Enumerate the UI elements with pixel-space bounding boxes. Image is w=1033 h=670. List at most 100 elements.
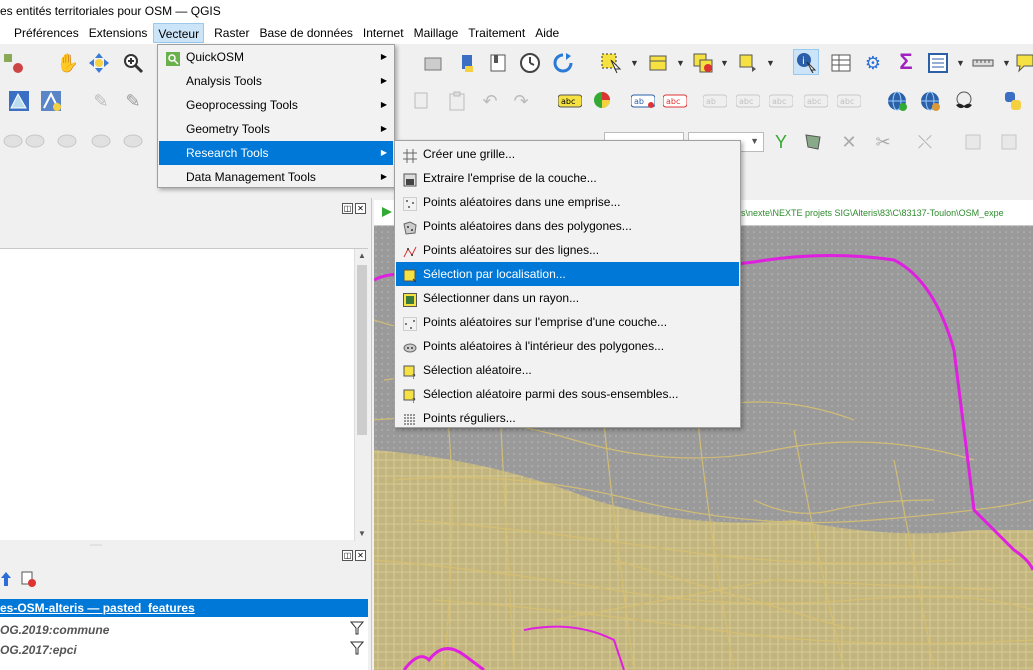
map-tips-icon[interactable]: [1012, 50, 1033, 76]
filter-icon[interactable]: [349, 641, 365, 658]
remove-layer-icon[interactable]: [20, 571, 36, 587]
select-features-icon[interactable]: [598, 50, 624, 76]
pencil-icon[interactable]: ✎: [120, 88, 146, 114]
redo-icon[interactable]: ↷: [508, 88, 534, 114]
temporal-controller-icon[interactable]: [517, 50, 543, 76]
identify-icon[interactable]: i: [793, 49, 819, 75]
show-bookmarks-icon[interactable]: [485, 50, 511, 76]
close-panel-icon[interactable]: ✕: [355, 203, 366, 214]
menu-aide[interactable]: Aide: [531, 23, 563, 43]
offset-curve-icon[interactable]: ⤬: [912, 129, 938, 155]
select-by-value-icon[interactable]: [735, 50, 761, 76]
menu-item-select-within-distance[interactable]: Sélectionner dans un rayon...: [396, 286, 739, 310]
menu-item-select-by-location[interactable]: Sélection par localisation...: [396, 262, 739, 286]
select-value-dropdown-icon[interactable]: ▼: [766, 58, 775, 68]
advanced-tool-5-icon[interactable]: [120, 128, 146, 154]
float-layers-panel-icon[interactable]: ◫: [342, 550, 353, 561]
menu-traitement[interactable]: Traitement: [464, 23, 529, 43]
paste-disabled-icon[interactable]: [444, 88, 470, 114]
refresh-icon[interactable]: [550, 50, 576, 76]
menu-item-random-points-extent[interactable]: Points aléatoires dans une emprise...: [396, 190, 739, 214]
menu-item-quickosm[interactable]: QuickOSM ▶: [159, 45, 393, 69]
menu-item-random-selection[interactable]: ? Sélection aléatoire...: [396, 358, 739, 382]
attribute-table-icon[interactable]: [828, 50, 854, 76]
menu-item-geometry-tools[interactable]: Geometry Tools ▶: [159, 117, 393, 141]
scroll-down-icon[interactable]: ▼: [355, 527, 369, 541]
attribute-selection-icon[interactable]: [645, 50, 671, 76]
deselect-icon[interactable]: [690, 50, 716, 76]
toggle-editing-icon[interactable]: [38, 88, 64, 114]
menu-item-research-tools[interactable]: Research Tools ▶: [159, 141, 393, 165]
split-features-icon[interactable]: [800, 129, 826, 155]
current-edits-icon[interactable]: [6, 88, 32, 114]
scroll-thumb[interactable]: [357, 265, 367, 435]
vertical-scrollbar[interactable]: ▲ ▼: [354, 249, 368, 541]
menu-item-data-management-tools[interactable]: Data Management Tools ▶: [159, 165, 393, 189]
pan-to-selection-icon[interactable]: [86, 50, 112, 76]
add-wms-globe-icon[interactable]: [884, 88, 910, 114]
label-disabled-1-icon[interactable]: ab: [702, 88, 728, 114]
layer-item[interactable]: OG.2019:commune: [0, 623, 109, 637]
rotate-icon[interactable]: [960, 129, 986, 155]
measure-icon[interactable]: [970, 50, 996, 76]
label-disabled-3-icon[interactable]: abc: [768, 88, 794, 114]
add-wfs-globe-icon[interactable]: [917, 88, 943, 114]
copy-disabled-icon[interactable]: [408, 88, 434, 114]
layer-group-header[interactable]: es-OSM-alteris — pasted_features: [0, 599, 368, 617]
menu-raster[interactable]: Raster: [210, 23, 253, 43]
processing-gear-icon[interactable]: ⚙: [860, 50, 886, 76]
trim-extend-icon[interactable]: [996, 129, 1022, 155]
layout-manager-icon[interactable]: [925, 50, 951, 76]
pan-hand-icon[interactable]: ✋: [55, 50, 81, 76]
statistics-sigma-icon[interactable]: Σ: [893, 49, 919, 75]
menu-item-random-points-inside-polygons[interactable]: Points aléatoires à l'intérieur des poly…: [396, 334, 739, 358]
close-layers-panel-icon[interactable]: ✕: [355, 550, 366, 561]
deselect-dropdown-icon[interactable]: ▼: [720, 58, 729, 68]
measure-dropdown-icon[interactable]: ▼: [1002, 58, 1011, 68]
layout-dropdown-icon[interactable]: ▼: [956, 58, 965, 68]
advanced-tool-2-icon[interactable]: [22, 128, 48, 154]
label-abc-icon[interactable]: abc: [557, 88, 583, 114]
undo-icon[interactable]: ↶: [477, 88, 503, 114]
menu-item-extract-extent[interactable]: Extraire l'emprise de la couche...: [396, 166, 739, 190]
vertex-tool-icon[interactable]: Y: [768, 129, 794, 155]
label-pin-icon[interactable]: ab: [630, 88, 656, 114]
label-disabled-5-icon[interactable]: abc: [836, 88, 862, 114]
layer-item[interactable]: OG.2017:epci: [0, 643, 77, 657]
menu-preferences[interactable]: Préférences: [10, 23, 83, 43]
menu-internet[interactable]: Internet: [359, 23, 408, 43]
advanced-tool-4-icon[interactable]: [88, 128, 114, 154]
select-dropdown-icon[interactable]: ▼: [630, 58, 639, 68]
plugin-mustache-icon[interactable]: [951, 88, 977, 114]
diagram-icon[interactable]: [590, 88, 616, 114]
menu-item-geoprocessing-tools[interactable]: Geoprocessing Tools ▶: [159, 93, 393, 117]
menu-item-random-points-lines[interactable]: Points aléatoires sur des lignes...: [396, 238, 739, 262]
attribute-dropdown-icon[interactable]: ▼: [676, 58, 685, 68]
menu-base-de-donnees[interactable]: Base de données: [255, 23, 356, 43]
new-bookmark-icon[interactable]: [420, 50, 446, 76]
menu-item-random-points-layer-extent[interactable]: Points aléatoires sur l'emprise d'une co…: [396, 310, 739, 334]
menu-maillage[interactable]: Maillage: [410, 23, 463, 43]
move-up-icon[interactable]: [0, 571, 12, 587]
label-red-icon[interactable]: abc: [662, 88, 688, 114]
pencil-disabled-icon[interactable]: ✎: [88, 88, 114, 114]
merge-icon[interactable]: ✂: [870, 129, 896, 155]
label-disabled-4-icon[interactable]: abc: [803, 88, 829, 114]
label-disabled-2-icon[interactable]: abc: [735, 88, 761, 114]
menu-vecteur[interactable]: Vecteur: [153, 23, 205, 43]
menu-item-random-points-polygons[interactable]: Points aléatoires dans des polygones...: [396, 214, 739, 238]
menu-item-random-selection-subsets[interactable]: ? Sélection aléatoire parmi des sous-ens…: [396, 382, 739, 406]
filter-icon[interactable]: [349, 621, 365, 638]
bookmark-icon[interactable]: [455, 50, 481, 76]
python-console-icon[interactable]: [1000, 88, 1026, 114]
scroll-up-icon[interactable]: ▲: [355, 249, 369, 263]
menu-item-regular-points[interactable]: Points réguliers...: [396, 406, 739, 430]
advanced-tool-3-icon[interactable]: [54, 128, 80, 154]
style-manager-icon[interactable]: [0, 50, 26, 76]
menu-extensions[interactable]: Extensions: [85, 23, 152, 43]
zoom-in-icon[interactable]: [120, 50, 146, 76]
float-panel-icon[interactable]: ◫: [342, 203, 353, 214]
menu-item-create-grid[interactable]: Créer une grille...: [396, 142, 739, 166]
delete-ring-icon[interactable]: ✕: [836, 129, 862, 155]
menu-item-analysis-tools[interactable]: Analysis Tools ▶: [159, 69, 393, 93]
